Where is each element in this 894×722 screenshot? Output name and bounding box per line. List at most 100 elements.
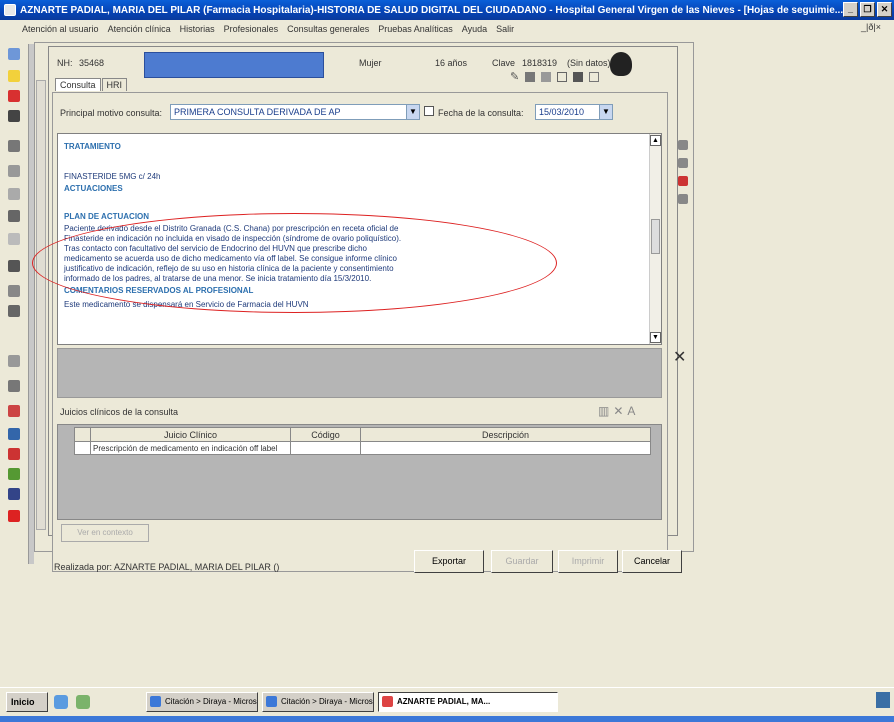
pdf-icon[interactable] xyxy=(678,176,688,186)
start-button[interactable]: Inicio xyxy=(6,692,48,712)
close-icon[interactable]: ✕ xyxy=(673,347,686,367)
cancelar-button[interactable]: Cancelar xyxy=(622,550,682,573)
edit-icon[interactable]: ✎ xyxy=(510,70,519,83)
tree-icon[interactable] xyxy=(8,355,20,367)
alert-icon[interactable] xyxy=(8,405,20,417)
menu-item-ayuda[interactable]: Ayuda xyxy=(462,24,487,34)
motivo-label: Principal motivo consulta: xyxy=(60,108,163,118)
menu-item-atencion-clinica[interactable]: Atención clínica xyxy=(108,24,171,34)
taskbar-task[interactable]: AZNARTE PADIAL, MA... xyxy=(378,692,558,712)
text-icon[interactable]: A xyxy=(627,404,635,418)
realizada-por: Realizada por: AZNARTE PADIAL, MARIA DEL… xyxy=(54,562,280,572)
copy-icon[interactable] xyxy=(8,305,20,317)
exit-icon[interactable] xyxy=(8,510,20,522)
left-scroll-strip[interactable] xyxy=(36,80,46,530)
fecha-select[interactable]: 15/03/2010 ▼ xyxy=(535,104,613,120)
calendar-icon[interactable] xyxy=(557,72,568,82)
clave-label: Clave xyxy=(492,58,516,68)
home-icon[interactable] xyxy=(8,48,20,60)
form-icon[interactable] xyxy=(8,285,20,297)
tray-icon[interactable] xyxy=(876,692,890,708)
window-titlebar: AZNARTE PADIAL, MARIA DEL PILAR (Farmaci… xyxy=(0,0,894,20)
share-icon[interactable] xyxy=(589,72,600,82)
list-icon[interactable] xyxy=(8,165,20,177)
fecha-label: Fecha de la consulta: xyxy=(438,108,524,118)
scroll-up-icon[interactable]: ▲ xyxy=(650,135,661,146)
menu-item-pruebas-analiticas[interactable]: Pruebas Analíticas xyxy=(378,24,453,34)
save-icon[interactable] xyxy=(525,72,536,82)
taskbar-task[interactable]: Citación > Diraya - Micros... xyxy=(262,692,374,712)
ver-contexto-button[interactable]: Ver en contexto xyxy=(61,524,149,542)
vaccine-icon[interactable] xyxy=(8,380,20,392)
close-icon[interactable]: ✕ xyxy=(613,404,623,418)
menu-item-profesionales[interactable]: Profesionales xyxy=(224,24,279,34)
codigo-cell[interactable] xyxy=(290,441,361,455)
lock-icon[interactable] xyxy=(573,72,584,82)
table-row[interactable]: Prescripción de medicamento en indicació… xyxy=(74,441,651,455)
side-toolbar xyxy=(678,140,692,230)
desktop-icon[interactable] xyxy=(76,695,90,709)
attach-icon[interactable] xyxy=(8,233,20,245)
left-toolbar xyxy=(0,40,28,540)
scroll-thumb[interactable] xyxy=(651,219,660,254)
app-icon xyxy=(4,4,16,16)
delete-icon[interactable]: ▥ xyxy=(598,404,609,418)
restore-button[interactable]: ❐ xyxy=(860,2,875,17)
document-icon[interactable] xyxy=(8,140,20,152)
descripcion-cell[interactable] xyxy=(360,441,651,455)
cross-icon[interactable] xyxy=(8,448,20,460)
doc-icon[interactable] xyxy=(678,158,688,168)
bed-icon[interactable] xyxy=(8,428,20,440)
row-selector[interactable] xyxy=(74,441,91,455)
motivo-select[interactable]: PRIMERA CONSULTA DERIVADA DE AP ▼ xyxy=(170,104,420,120)
menu-item-historias[interactable]: Historias xyxy=(180,24,215,34)
chevron-down-icon[interactable]: ▼ xyxy=(599,105,612,119)
minimize-button[interactable]: _ xyxy=(843,2,858,17)
close-button[interactable]: ✕ xyxy=(877,2,892,17)
exportar-button[interactable]: Exportar xyxy=(414,550,484,573)
highlight-ellipse xyxy=(32,213,557,313)
browser-icon[interactable] xyxy=(54,695,68,709)
menu-item-consultas-generales[interactable]: Consultas generales xyxy=(287,24,369,34)
sex-value: Mujer xyxy=(359,58,382,68)
fecha-value: 15/03/2010 xyxy=(539,107,585,117)
juicio-cell[interactable]: Prescripción de medicamento en indicació… xyxy=(90,441,291,455)
notes-scrollbar[interactable]: ▲ ▼ xyxy=(649,134,661,344)
juicios-label: Juicios clínicos de la consulta xyxy=(60,407,179,417)
table-icon[interactable] xyxy=(678,194,688,204)
menu-item-salir[interactable]: Salir xyxy=(496,24,514,34)
chevron-down-icon[interactable]: ▼ xyxy=(406,105,419,119)
task-label: Citación > Diraya - Micros... xyxy=(281,697,374,706)
folder-icon[interactable] xyxy=(8,70,20,82)
clave-value: 1818319 xyxy=(522,58,558,68)
row-header-cell xyxy=(74,427,91,442)
column-header-juicio[interactable]: Juicio Clínico xyxy=(90,427,291,442)
people-icon[interactable] xyxy=(541,72,552,82)
search-icon[interactable] xyxy=(8,260,20,272)
task-label: AZNARTE PADIAL, MA... xyxy=(397,697,491,706)
imprimir-button[interactable]: Imprimir xyxy=(558,550,618,573)
column-header-descripcion[interactable]: Descripción xyxy=(360,427,651,442)
mdi-window-controls[interactable]: _|ð|× xyxy=(861,22,881,32)
print-icon[interactable] xyxy=(8,210,20,222)
tab-hri[interactable]: HRI xyxy=(101,78,128,91)
ie-icon xyxy=(150,696,161,707)
taskbar-task[interactable]: Citación > Diraya - Micros... xyxy=(146,692,258,712)
tab-strip: Consulta HRI xyxy=(55,78,128,91)
chart-icon[interactable] xyxy=(8,188,20,200)
menu-item-atencion-usuario[interactable]: Atención al usuario xyxy=(22,24,99,34)
tab-consulta[interactable]: Consulta xyxy=(55,78,101,91)
guardar-button[interactable]: Guardar xyxy=(491,550,553,573)
hospital-icon[interactable] xyxy=(8,488,20,500)
motivo-value: PRIMERA CONSULTA DERIVADA DE AP xyxy=(174,107,341,117)
nh-value: 35468 xyxy=(79,58,105,68)
pill-icon[interactable] xyxy=(8,468,20,480)
scroll-down-icon[interactable]: ▼ xyxy=(650,332,661,343)
date-picker-icon[interactable] xyxy=(424,106,434,116)
column-header-codigo[interactable]: Código xyxy=(290,427,361,442)
head-icon[interactable] xyxy=(610,52,632,76)
pencil-icon[interactable] xyxy=(8,90,20,102)
juicios-toolbar: ▥ ✕ A xyxy=(598,404,635,418)
book-icon[interactable] xyxy=(678,140,688,150)
clipboard-icon[interactable] xyxy=(8,110,20,122)
